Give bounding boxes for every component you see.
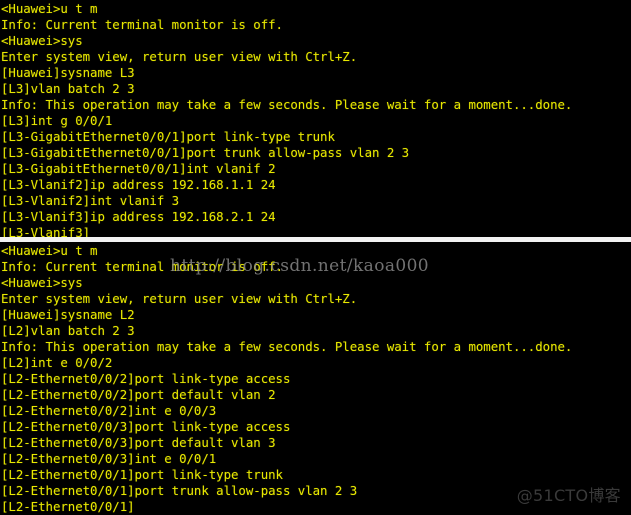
terminal-line: <Huawei>sys: [1, 275, 83, 290]
terminal-line: [L2]int e 0/0/2: [1, 355, 113, 370]
terminal-line: Info: Current terminal monitor is off.: [1, 17, 283, 32]
terminal-line: [L2-Ethernet0/0/3]port link-type access: [1, 419, 291, 434]
terminal-line: [Huawei]sysname L3: [1, 65, 135, 80]
terminal-line: [L3-Vlanif3]ip address 192.168.2.1 24: [1, 209, 276, 224]
terminal-line: [L3]vlan batch 2 3: [1, 81, 135, 96]
terminal-line: Info: This operation may take a few seco…: [1, 339, 573, 354]
terminal-line: [L3-Vlanif2]int vlanif 3: [1, 193, 180, 208]
terminal-line: Enter system view, return user view with…: [1, 49, 358, 64]
terminal-line: [L3-GigabitEthernet0/0/1]int vlanif 2: [1, 161, 276, 176]
terminal-line: [Huawei]sysname L2: [1, 307, 135, 322]
terminal-line: [L2-Ethernet0/0/2]port link-type access: [1, 371, 291, 386]
terminal-line: [L2-Ethernet0/0/1]port link-type trunk: [1, 467, 283, 482]
terminal-panel-l3[interactable]: <Huawei>u t m Info: Current terminal moni…: [0, 0, 631, 237]
terminal-line: [L2-Ethernet0/0/3]int e 0/0/1: [1, 451, 217, 466]
terminal-line: [L3]int g 0/0/1: [1, 113, 113, 128]
terminal-line: [L2-Ethernet0/0/1]port trunk allow-pass …: [1, 483, 358, 498]
terminal-line: [L2-Ethernet0/0/3]port default vlan 3: [1, 435, 276, 450]
terminal-line: [L2]vlan batch 2 3: [1, 323, 135, 338]
terminal-line: Info: This operation may take a few seco…: [1, 97, 573, 112]
terminal-line: [L2-Ethernet0/0/2]int e 0/0/3: [1, 403, 217, 418]
terminal-line: [L3-Vlanif2]ip address 192.168.1.1 24: [1, 177, 276, 192]
terminal-line: [L2-Ethernet0/0/1]: [1, 499, 135, 514]
terminal-line: [L3-GigabitEthernet0/0/1]port link-type …: [1, 129, 335, 144]
terminal-line: <Huawei>u t m: [1, 1, 98, 16]
screenshot-root: <Huawei>u t m Info: Current terminal moni…: [0, 0, 631, 515]
terminal-line: [L3-Vlanif3]: [1, 225, 91, 237]
terminal-line: Info: Current terminal monitor is off.: [1, 259, 283, 274]
terminal-line: <Huawei>sys: [1, 33, 83, 48]
terminal-line: [L2-Ethernet0/0/2]port default vlan 2: [1, 387, 276, 402]
terminal-line: Enter system view, return user view with…: [1, 291, 358, 306]
terminal-line: <Huawei>u t m: [1, 243, 98, 258]
terminal-panel-l2[interactable]: <Huawei>u t m Info: Current terminal moni…: [0, 242, 631, 515]
terminal-line: [L3-GigabitEthernet0/0/1]port trunk allo…: [1, 145, 410, 160]
